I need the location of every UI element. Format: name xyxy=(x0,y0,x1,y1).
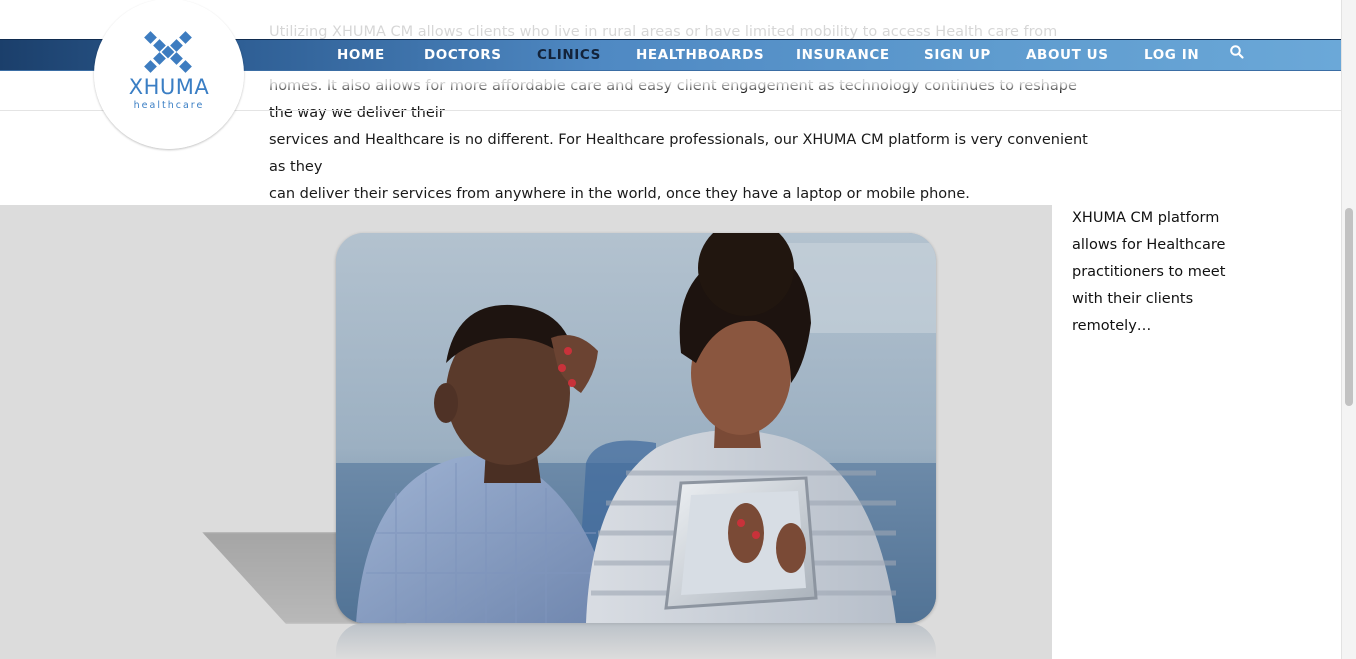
caption-line: practitioners to meet xyxy=(1072,264,1226,280)
logo-tagline: healthcare xyxy=(133,100,205,111)
nav-doctors[interactable]: DOCTORS xyxy=(424,47,502,65)
caption-line: XHUMA CM platform xyxy=(1072,210,1220,226)
nav-log-in[interactable]: LOG IN xyxy=(1144,47,1199,65)
scrollbar-thumb[interactable] xyxy=(1345,208,1353,406)
intro-line: can deliver their services from anywhere… xyxy=(269,186,970,202)
nav-clinics[interactable]: CLINICS xyxy=(537,47,601,65)
xhuma-logo[interactable]: XHUMA healthcare xyxy=(94,0,244,149)
nav-about-us[interactable]: ABOUT US xyxy=(1026,47,1109,65)
logo-mark-icon xyxy=(144,31,192,73)
caption-line: allows for Healthcare xyxy=(1072,237,1226,253)
caption-line: with their clients xyxy=(1072,291,1194,307)
caption-line: remotely… xyxy=(1072,318,1152,334)
search-icon[interactable] xyxy=(1229,44,1245,60)
nav-insurance[interactable]: INSURANCE xyxy=(796,47,890,65)
intro-line: homes. It also allows for more affordabl… xyxy=(269,78,1077,121)
nav-home[interactable]: HOME xyxy=(337,47,385,65)
woman-showing-tablet-to-teenage-boy-photo xyxy=(336,233,936,623)
photo-caption: XHUMA CM platform allows for Healthcare … xyxy=(1072,205,1232,340)
logo-name: XHUMA xyxy=(128,75,210,99)
page-scrollbar[interactable] xyxy=(1341,0,1356,659)
intro-line: services and Healthcare is no different.… xyxy=(269,132,1088,175)
nav-sign-up[interactable]: SIGN UP xyxy=(924,47,991,65)
photo-reflection xyxy=(336,623,936,659)
photo-illustration xyxy=(336,233,936,623)
image-panel xyxy=(0,205,1052,659)
nav-healthboards[interactable]: HEALTHBOARDS xyxy=(636,47,764,65)
